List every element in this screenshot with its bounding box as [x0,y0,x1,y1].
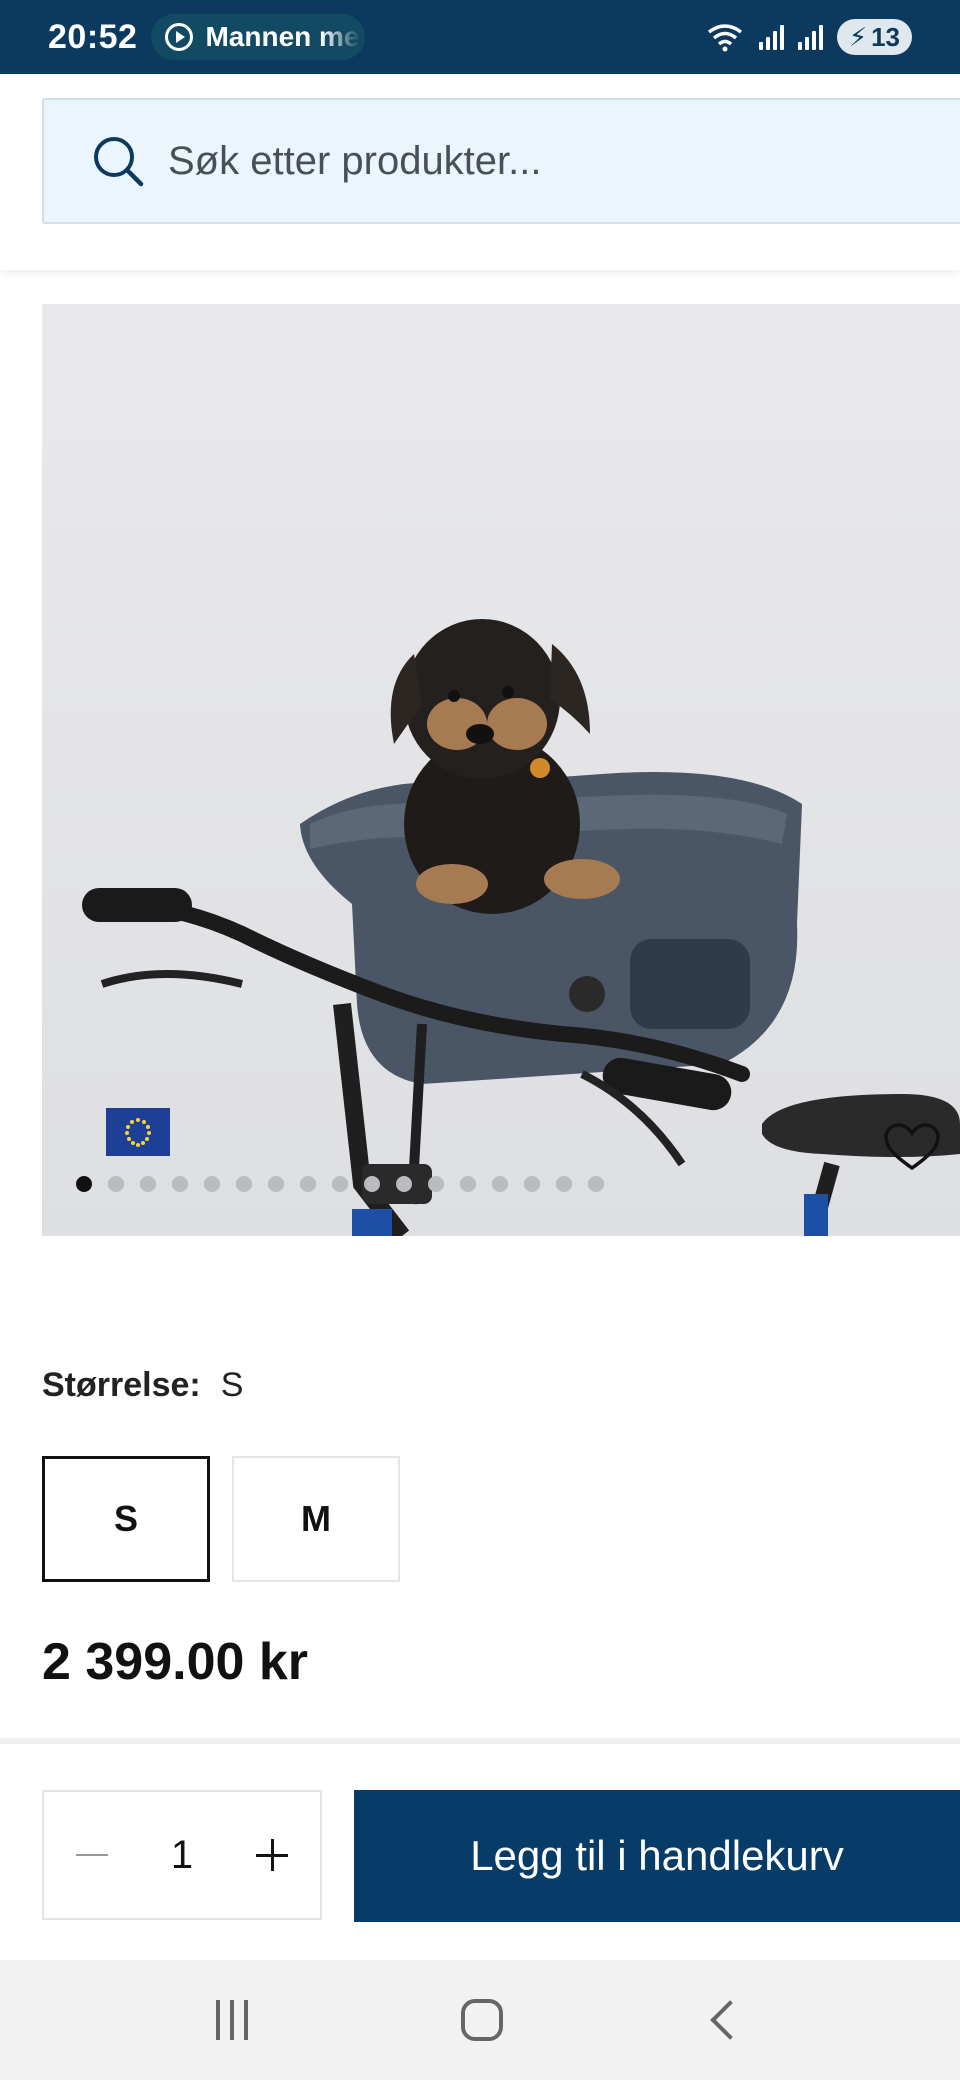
search-input[interactable]: Søk etter produkter... [42,98,960,224]
carousel-dot[interactable] [236,1176,252,1192]
quantity-stepper: 1 [42,1790,322,1920]
back-icon[interactable] [709,2000,750,2040]
carousel-dot[interactable] [428,1176,444,1192]
recent-apps-icon[interactable] [216,2000,249,2040]
home-icon[interactable] [460,1999,503,2041]
product-photo [82,619,960,1236]
charging-icon: ⚡ [848,21,868,52]
product-price: 2 399.00 kr [42,1633,309,1691]
carousel-dot[interactable] [588,1176,604,1192]
system-nav-bar [0,1960,960,2080]
carousel-dot[interactable] [172,1176,188,1192]
minus-icon[interactable] [72,1835,112,1875]
carousel-dot[interactable] [396,1176,412,1192]
battery-indicator: ⚡ 13 [836,19,912,55]
size-option-s[interactable]: S [42,1456,210,1582]
battery-level: 13 [871,21,900,52]
heart-icon[interactable] [882,1122,942,1172]
add-to-cart-bar: 1 Legg til i handlekurv [0,1738,960,1960]
status-time: 20:52 [48,17,138,56]
media-playback-pill[interactable]: Mannen me [151,14,366,60]
carousel-dot[interactable] [108,1176,124,1192]
wifi-icon [707,24,742,52]
carousel-dots[interactable] [76,1176,604,1192]
carousel-dot[interactable] [204,1176,220,1192]
carousel-dot[interactable] [76,1176,92,1192]
status-bar: 20:52 Mannen me ⚡ 13 [0,0,960,74]
media-title: Mannen me [205,21,360,52]
search-placeholder: Søk etter produkter... [168,138,542,183]
product-image-carousel[interactable] [42,304,960,1236]
signal-icon [758,24,784,50]
eu-flag-icon [106,1108,170,1156]
carousel-dot[interactable] [524,1176,540,1192]
site-header: Søk etter produkter... [0,74,960,270]
size-options: S M [42,1456,400,1582]
carousel-dot[interactable] [140,1176,156,1192]
play-icon [165,23,194,51]
size-label-row: Størrelse: S [42,1366,243,1405]
carousel-dot[interactable] [556,1176,572,1192]
carousel-dot[interactable] [268,1176,284,1192]
selected-size-value: S [220,1366,244,1404]
carousel-dot[interactable] [300,1176,316,1192]
size-label: Størrelse: [42,1366,201,1404]
status-icons: ⚡ 13 [705,19,912,55]
quantity-value[interactable]: 1 [171,1833,193,1878]
carousel-dot[interactable] [364,1176,380,1192]
plus-icon[interactable] [252,1835,292,1875]
search-icon [94,137,144,187]
carousel-dot[interactable] [460,1176,476,1192]
size-option-m[interactable]: M [232,1456,400,1582]
carousel-dot[interactable] [332,1176,348,1192]
add-to-cart-button[interactable]: Legg til i handlekurv [354,1790,960,1922]
carousel-dot[interactable] [492,1176,508,1192]
signal-icon-2 [797,24,823,50]
